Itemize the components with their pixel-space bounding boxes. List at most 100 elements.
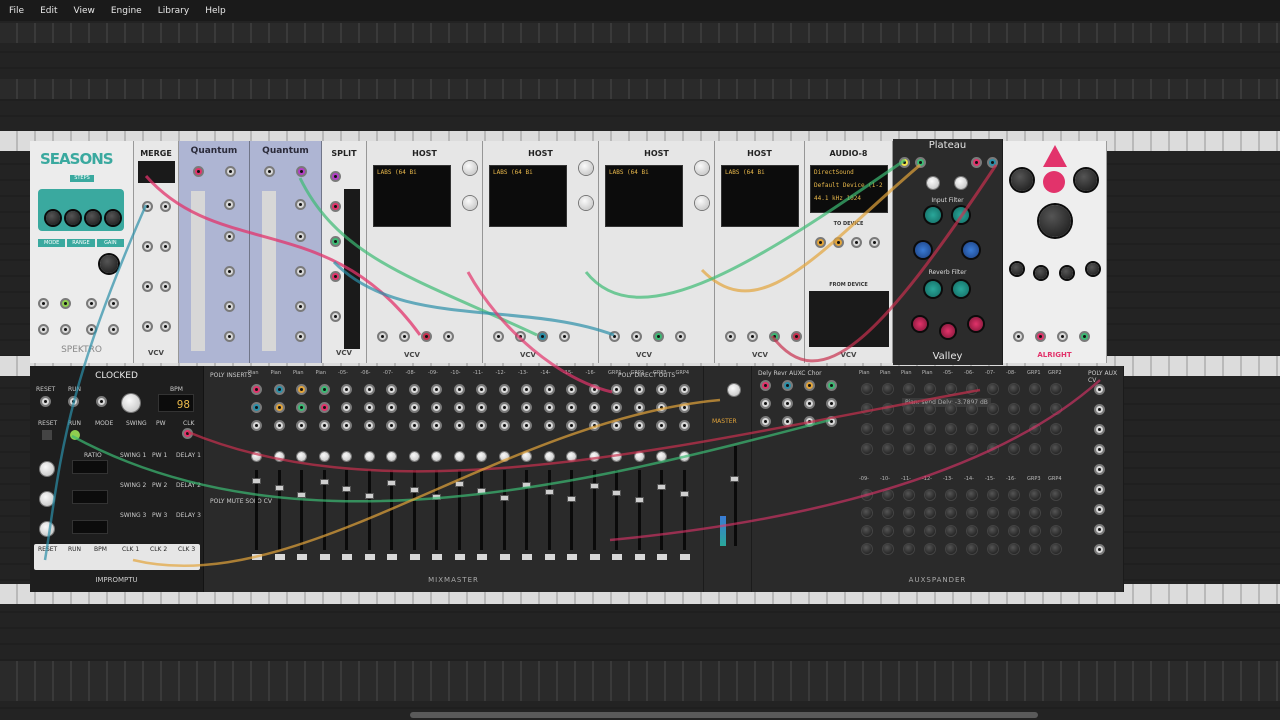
bpm-knob[interactable] bbox=[122, 394, 140, 412]
jack[interactable] bbox=[431, 384, 442, 395]
jack[interactable] bbox=[611, 420, 622, 431]
aux-send-knob[interactable] bbox=[1051, 544, 1061, 554]
jack[interactable] bbox=[38, 298, 49, 309]
small-knob[interactable] bbox=[1087, 263, 1099, 275]
quantum-keys[interactable] bbox=[262, 191, 276, 351]
aux-send-knob[interactable] bbox=[925, 384, 935, 394]
fader-track[interactable] bbox=[570, 470, 573, 550]
jack[interactable] bbox=[987, 157, 998, 168]
jack[interactable] bbox=[543, 384, 555, 395]
fader-track[interactable] bbox=[637, 470, 641, 550]
mute-button[interactable] bbox=[454, 554, 465, 560]
channel-label[interactable]: -07- bbox=[383, 370, 393, 376]
jack[interactable] bbox=[224, 266, 235, 277]
aux-send-knob[interactable] bbox=[967, 526, 977, 536]
delay-knob[interactable] bbox=[695, 161, 709, 175]
jack[interactable] bbox=[363, 402, 375, 413]
jack[interactable] bbox=[498, 402, 510, 413]
host-module-4[interactable]: HOST LABS (64 Bi VCV bbox=[715, 141, 805, 363]
aux-channel-label[interactable]: GRP2 bbox=[1048, 370, 1062, 376]
aux-send-knob[interactable] bbox=[925, 444, 935, 454]
aux-send-knob[interactable] bbox=[1051, 444, 1061, 454]
mute-button[interactable] bbox=[252, 554, 262, 560]
alright-module[interactable]: ALRIGHT bbox=[1003, 141, 1107, 363]
split-module[interactable]: SPLIT VCV bbox=[322, 141, 367, 363]
jack[interactable] bbox=[330, 311, 341, 322]
jack[interactable] bbox=[760, 416, 771, 427]
channel-fader[interactable] bbox=[454, 481, 464, 487]
jack[interactable] bbox=[543, 420, 555, 431]
jack[interactable] bbox=[656, 384, 667, 395]
mute-button[interactable] bbox=[612, 554, 622, 560]
aux-channel-label[interactable]: -09- bbox=[859, 476, 869, 482]
mute-button[interactable] bbox=[567, 554, 577, 560]
aux-channel-label[interactable]: GRP3 bbox=[1027, 476, 1041, 482]
jack[interactable] bbox=[588, 420, 600, 431]
ratio-knob-2[interactable] bbox=[40, 492, 54, 506]
jack[interactable] bbox=[431, 420, 442, 431]
jack[interactable] bbox=[1094, 504, 1105, 515]
jack[interactable] bbox=[341, 384, 352, 395]
aux-send-knob[interactable] bbox=[862, 490, 872, 500]
jack[interactable] bbox=[142, 281, 153, 292]
jack[interactable] bbox=[588, 402, 600, 413]
fader-track[interactable] bbox=[345, 470, 348, 550]
jack[interactable] bbox=[804, 416, 815, 427]
mute-button[interactable] bbox=[477, 554, 487, 560]
channel-fader[interactable] bbox=[252, 478, 261, 484]
channel-label[interactable]: -15- bbox=[563, 370, 573, 376]
aux-send-knob[interactable] bbox=[988, 444, 998, 454]
jack[interactable] bbox=[224, 301, 235, 312]
menu-edit[interactable]: Edit bbox=[31, 6, 64, 16]
jack[interactable] bbox=[108, 324, 119, 335]
fader-track[interactable] bbox=[435, 470, 438, 550]
aux-send-knob[interactable] bbox=[883, 424, 893, 434]
jack[interactable] bbox=[760, 380, 771, 391]
aux-channel-label[interactable]: -08- bbox=[1006, 370, 1016, 376]
aux-channel-label[interactable]: -10- bbox=[880, 476, 890, 482]
host-plugin-screen[interactable]: LABS (64 Bi bbox=[605, 165, 683, 227]
aux-send-knob[interactable] bbox=[1051, 490, 1061, 500]
aux-send-knob[interactable] bbox=[1051, 526, 1061, 536]
aux-send-knob[interactable] bbox=[967, 444, 977, 454]
fader-track[interactable] bbox=[547, 470, 551, 550]
channel-label[interactable]: -08- bbox=[406, 370, 416, 376]
aux-channel-label[interactable]: GRP1 bbox=[1027, 370, 1041, 376]
jack[interactable] bbox=[899, 157, 910, 168]
jack[interactable] bbox=[826, 416, 837, 427]
jack[interactable] bbox=[295, 231, 306, 242]
jack[interactable] bbox=[851, 237, 862, 248]
jack[interactable] bbox=[421, 331, 432, 342]
audio-rate[interactable]: 44.1 kHz 1024 bbox=[814, 195, 884, 202]
jack[interactable] bbox=[341, 420, 352, 431]
aux-send-knob[interactable] bbox=[946, 384, 956, 394]
delay-knob[interactable] bbox=[579, 161, 593, 175]
pan-knob[interactable] bbox=[657, 452, 666, 461]
menu-engine[interactable]: Engine bbox=[102, 6, 149, 16]
aux-send-knob[interactable] bbox=[1009, 544, 1019, 554]
fader-track[interactable] bbox=[480, 470, 483, 550]
jack[interactable] bbox=[142, 321, 153, 332]
ratio-knob-3[interactable] bbox=[40, 522, 54, 536]
master-knob[interactable] bbox=[728, 384, 740, 396]
aux-send-knob[interactable] bbox=[1030, 384, 1040, 394]
channel-label[interactable]: -06- bbox=[361, 370, 371, 376]
pan-knob[interactable] bbox=[387, 452, 396, 461]
aux-send-knob[interactable] bbox=[967, 424, 977, 434]
jack[interactable] bbox=[493, 331, 504, 342]
jack[interactable] bbox=[273, 384, 285, 395]
jack[interactable] bbox=[675, 331, 686, 342]
jack[interactable] bbox=[386, 384, 397, 395]
jack[interactable] bbox=[108, 298, 119, 309]
jack[interactable] bbox=[1094, 464, 1105, 475]
small-knob[interactable] bbox=[1061, 267, 1073, 279]
menu-view[interactable]: View bbox=[65, 6, 102, 16]
jack[interactable] bbox=[273, 420, 285, 431]
jack[interactable] bbox=[515, 331, 526, 342]
aux-send-knob[interactable] bbox=[862, 384, 872, 394]
dry-knob[interactable] bbox=[927, 177, 939, 189]
aux-tab[interactable]: AUXC bbox=[789, 370, 805, 377]
channel-label[interactable]: Pian bbox=[248, 370, 259, 376]
channel-label[interactable]: -09- bbox=[428, 370, 438, 376]
pan-knob[interactable] bbox=[544, 452, 554, 461]
